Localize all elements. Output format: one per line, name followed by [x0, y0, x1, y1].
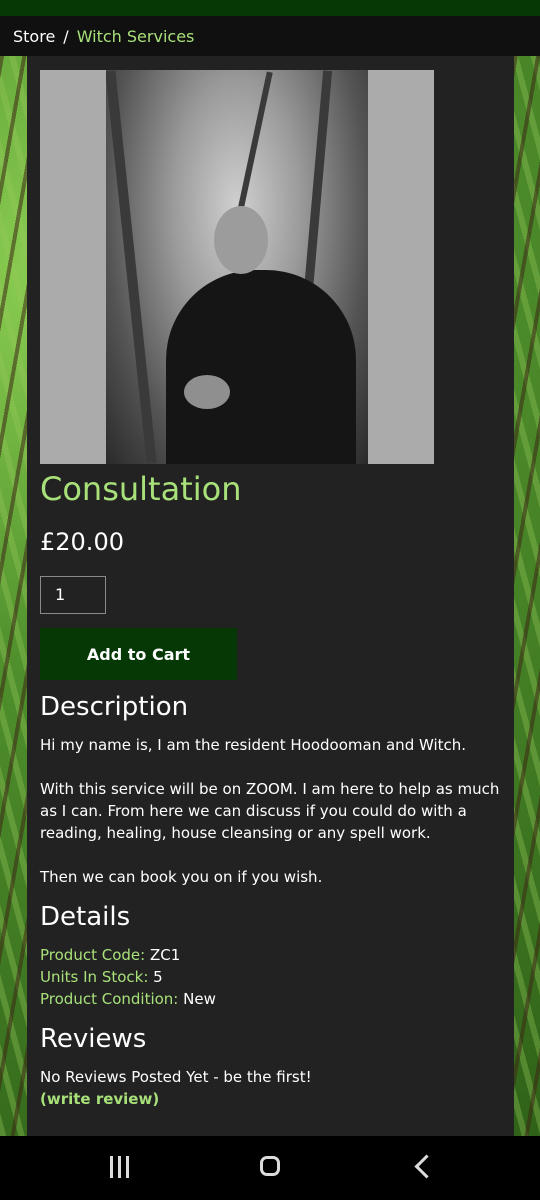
description-paragraph: With this service will be on ZOOM. I am … — [40, 780, 500, 842]
product-image — [40, 70, 434, 464]
product-condition-row: Product Condition: New — [40, 990, 216, 1008]
product-title: Consultation — [40, 470, 242, 508]
breadcrumb-current-link[interactable]: Witch Services — [77, 27, 195, 46]
photo-hands — [184, 375, 230, 409]
condition-value: New — [183, 990, 216, 1008]
description-paragraph: Hi my name is, I am the resident Hoodoom… — [40, 736, 467, 754]
breadcrumb: Store / Witch Services — [0, 16, 540, 56]
units-in-stock-row: Units In Stock: 5 — [40, 968, 163, 986]
status-bar — [0, 0, 540, 16]
product-panel: Consultation £20.00 1 Add to Cart Descri… — [27, 56, 514, 1136]
condition-label: Product Condition: — [40, 990, 179, 1008]
product-price: £20.00 — [40, 528, 124, 556]
photo-head — [214, 206, 268, 274]
photo-tree — [106, 70, 157, 464]
product-code-row: Product Code: ZC1 — [40, 946, 180, 964]
units-value: 5 — [153, 968, 163, 986]
android-nav-bar — [0, 1136, 540, 1200]
product-code-value: ZC1 — [149, 946, 181, 964]
breadcrumb-separator: / — [63, 26, 69, 46]
quantity-input[interactable]: 1 — [40, 576, 106, 614]
recents-icon[interactable] — [100, 1152, 140, 1184]
details-heading: Details — [40, 902, 131, 932]
no-reviews-text: No Reviews Posted Yet - be the first! — [40, 1068, 312, 1086]
back-icon[interactable] — [404, 1152, 444, 1184]
description-heading: Description — [40, 692, 189, 722]
home-icon[interactable] — [251, 1152, 291, 1184]
breadcrumb-store-link[interactable]: Store — [13, 27, 55, 46]
write-review-link[interactable]: (write review) — [40, 1090, 159, 1108]
add-to-cart-button[interactable]: Add to Cart — [40, 628, 237, 680]
product-photo — [106, 70, 368, 464]
description-paragraph: Then we can book you on if you wish. — [40, 868, 323, 886]
units-label: Units In Stock: — [40, 968, 149, 986]
photo-cloak — [166, 270, 356, 464]
reviews-heading: Reviews — [40, 1024, 147, 1054]
product-code-label: Product Code: — [40, 946, 146, 964]
